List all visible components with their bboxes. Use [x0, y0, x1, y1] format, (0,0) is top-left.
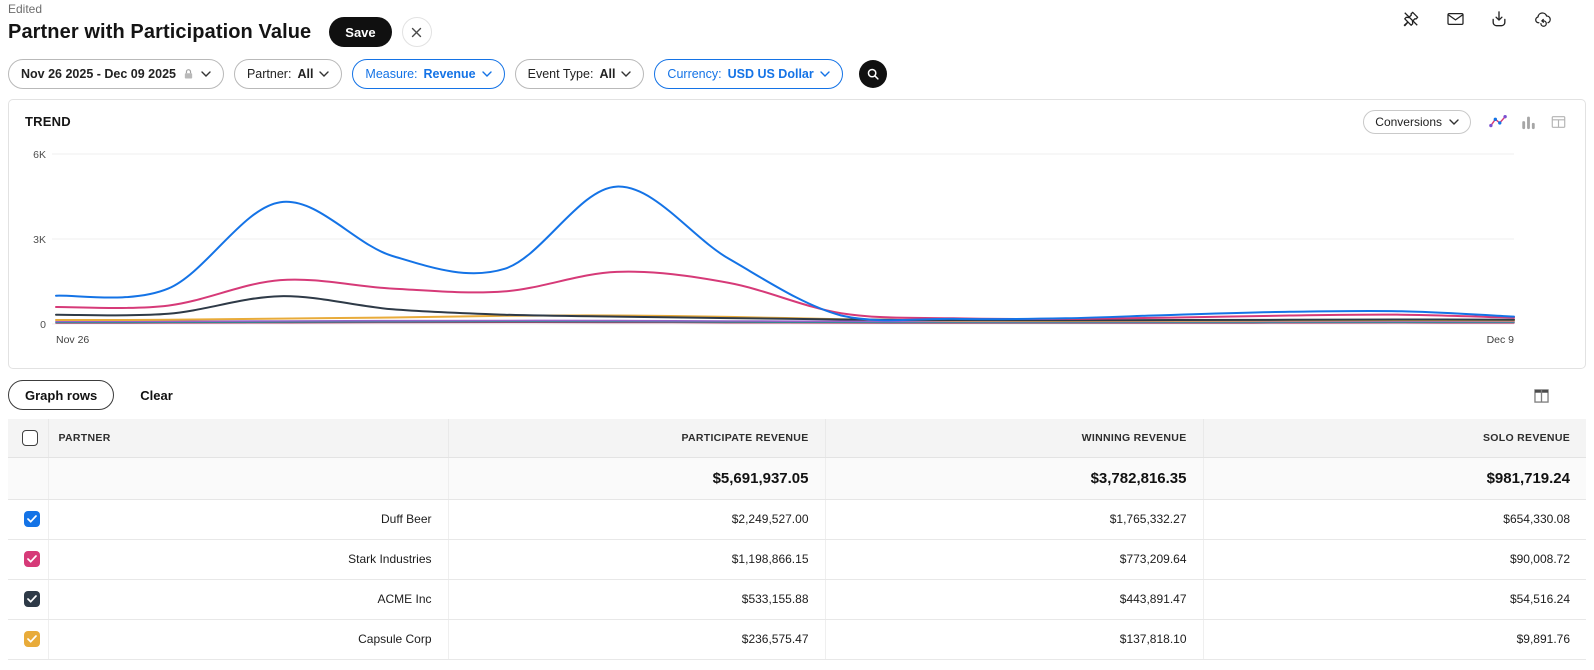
currency-filter-value: USD US Dollar — [728, 67, 814, 81]
trend-card: 0 3K 6K Nov 26 Dec 9 TREND Conversions — [8, 99, 1586, 369]
chevron-down-icon — [201, 71, 211, 77]
trend-chart: 0 3K 6K Nov 26 Dec 9 — [9, 100, 1587, 368]
measure-filter-label: Measure: — [365, 67, 417, 81]
unpin-icon — [1401, 9, 1421, 29]
measure-filter[interactable]: Measure: Revenue — [352, 59, 504, 89]
rows-toolbar: Graph rows Clear — [8, 379, 1586, 411]
date-range-filter[interactable]: Nov 26 2025 - Dec 09 2025 — [8, 59, 224, 89]
solo-revenue-value: $654,330.08 — [1203, 499, 1586, 539]
line-chart-icon — [1489, 114, 1507, 130]
analytics-workspace: Edited Partner with Participation Value … — [0, 0, 1594, 670]
titlebar: Edited Partner with Participation Value … — [0, 0, 1594, 47]
save-button[interactable]: Save — [329, 17, 391, 47]
participate-revenue-value: $533,155.88 — [448, 579, 825, 619]
trend-controls: Conversions — [1363, 110, 1571, 134]
solo-revenue-value: $54,516.24 — [1203, 579, 1586, 619]
participate-revenue-value: $2,249,527.00 — [448, 499, 825, 539]
email-button[interactable] — [1444, 8, 1466, 30]
winning-revenue-value: $773,209.64 — [825, 539, 1203, 579]
close-button[interactable] — [402, 17, 432, 47]
chevron-down-icon — [820, 71, 830, 77]
partner-name[interactable]: Duff Beer — [48, 499, 448, 539]
partner-filter-value: All — [297, 67, 313, 81]
chart-type-group — [1485, 110, 1571, 134]
total-participate-revenue: $5,691,937.05 — [448, 457, 825, 499]
table-row[interactable]: Stark Industries $1,198,866.15 $773,209.… — [8, 539, 1586, 579]
svg-text:3K: 3K — [33, 234, 46, 246]
currency-filter[interactable]: Currency: USD US Dollar — [654, 59, 842, 89]
measure-filter-value: Revenue — [424, 67, 476, 81]
download-icon — [1489, 9, 1509, 29]
columns-icon — [1534, 389, 1549, 403]
winning-revenue-value: $443,891.47 — [825, 579, 1203, 619]
page-title: Partner with Participation Value — [8, 21, 311, 44]
solo-revenue-value: $90,008.72 — [1203, 539, 1586, 579]
column-header-winning-revenue[interactable]: WINNING REVENUE — [825, 419, 1203, 457]
filter-bar: Nov 26 2025 - Dec 09 2025 Partner: All M… — [8, 59, 1586, 89]
graph-rows-button[interactable]: Graph rows — [8, 380, 114, 410]
search-icon — [866, 67, 880, 81]
column-header-participate-revenue[interactable]: PARTICIPATE REVENUE — [448, 419, 825, 457]
svg-text:Nov 26: Nov 26 — [56, 334, 89, 346]
partner-name[interactable]: ACME Inc — [48, 579, 448, 619]
trend-title: TREND — [25, 114, 71, 129]
lock-icon — [182, 67, 195, 81]
partner-filter-label: Partner: — [247, 67, 291, 81]
cloud-download-icon — [1532, 9, 1554, 29]
table-row[interactable]: Duff Beer $2,249,527.00 $1,765,332.27 $6… — [8, 499, 1586, 539]
search-button[interactable] — [859, 60, 887, 88]
partner-filter[interactable]: Partner: All — [234, 59, 342, 89]
svg-text:0: 0 — [40, 319, 46, 331]
clear-button[interactable]: Clear — [140, 388, 173, 403]
column-header-solo-revenue[interactable]: SOLO REVENUE — [1203, 419, 1586, 457]
row-checkbox[interactable] — [24, 631, 40, 647]
row-checkbox[interactable] — [24, 551, 40, 567]
participate-revenue-value: $1,198,866.15 — [448, 539, 825, 579]
totals-row: $5,691,937.05 $3,782,816.35 $981,719.24 — [8, 457, 1586, 499]
row-checkbox[interactable] — [24, 511, 40, 527]
chevron-down-icon — [1449, 119, 1459, 125]
participate-revenue-value: $236,575.47 — [448, 619, 825, 659]
winning-revenue-value: $1,765,332.27 — [825, 499, 1203, 539]
unpin-button[interactable] — [1400, 8, 1422, 30]
chevron-down-icon — [482, 71, 492, 77]
date-range-label: Nov 26 2025 - Dec 09 2025 — [21, 67, 176, 81]
bar-chart-type-button[interactable] — [1515, 110, 1541, 134]
metric-selector[interactable]: Conversions — [1363, 110, 1471, 134]
event-type-filter[interactable]: Event Type: All — [515, 59, 645, 89]
table-icon — [1550, 114, 1567, 130]
winning-revenue-value: $137,818.10 — [825, 619, 1203, 659]
total-winning-revenue: $3,782,816.35 — [825, 457, 1203, 499]
table-chart-type-button[interactable] — [1545, 110, 1571, 134]
partner-name[interactable]: Stark Industries — [48, 539, 448, 579]
svg-text:Dec 9: Dec 9 — [1487, 334, 1515, 346]
email-icon — [1445, 9, 1466, 29]
partner-name[interactable]: Capsule Corp — [48, 619, 448, 659]
chevron-down-icon — [621, 71, 631, 77]
line-chart-type-button[interactable] — [1485, 110, 1511, 134]
chevron-down-icon — [319, 71, 329, 77]
metric-selector-value: Conversions — [1375, 115, 1442, 129]
currency-filter-label: Currency: — [667, 67, 721, 81]
close-icon — [411, 27, 422, 38]
top-actions — [1400, 8, 1554, 30]
row-checkbox[interactable] — [24, 591, 40, 607]
total-solo-revenue: $981,719.24 — [1203, 457, 1586, 499]
event-type-filter-value: All — [599, 67, 615, 81]
column-header-partner[interactable]: PARTNER — [48, 419, 448, 457]
partner-table: PARTNER PARTICIPATE REVENUE WINNING REVE… — [8, 419, 1586, 660]
solo-revenue-value: $9,891.76 — [1203, 619, 1586, 659]
bar-chart-icon — [1520, 114, 1537, 130]
table-header-row: PARTNER PARTICIPATE REVENUE WINNING REVE… — [8, 419, 1586, 457]
event-type-filter-label: Event Type: — [528, 67, 594, 81]
edited-status: Edited — [8, 2, 1586, 16]
cloud-download-button[interactable] — [1532, 8, 1554, 30]
configure-columns-button[interactable] — [1532, 387, 1550, 405]
table-row[interactable]: ACME Inc $533,155.88 $443,891.47 $54,516… — [8, 579, 1586, 619]
download-button[interactable] — [1488, 8, 1510, 30]
svg-text:6K: 6K — [33, 149, 46, 161]
select-all-checkbox[interactable] — [22, 430, 38, 446]
table-row[interactable]: Capsule Corp $236,575.47 $137,818.10 $9,… — [8, 619, 1586, 659]
